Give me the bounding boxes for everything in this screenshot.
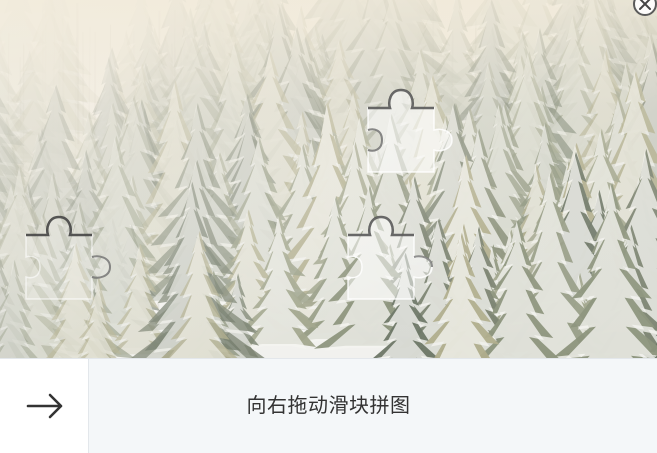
captcha-widget: 向右拖动滑块拼图 — [0, 0, 657, 453]
captcha-image — [0, 0, 657, 358]
forest-background — [0, 0, 657, 358]
slider-hint: 向右拖动滑块拼图 — [246, 395, 411, 417]
arrow-right-icon — [26, 393, 63, 419]
slider-handle[interactable] — [0, 359, 89, 453]
haze-overlay — [0, 0, 657, 358]
close-icon — [639, 0, 651, 10]
slider-track: 向右拖动滑块拼图 — [0, 358, 657, 453]
